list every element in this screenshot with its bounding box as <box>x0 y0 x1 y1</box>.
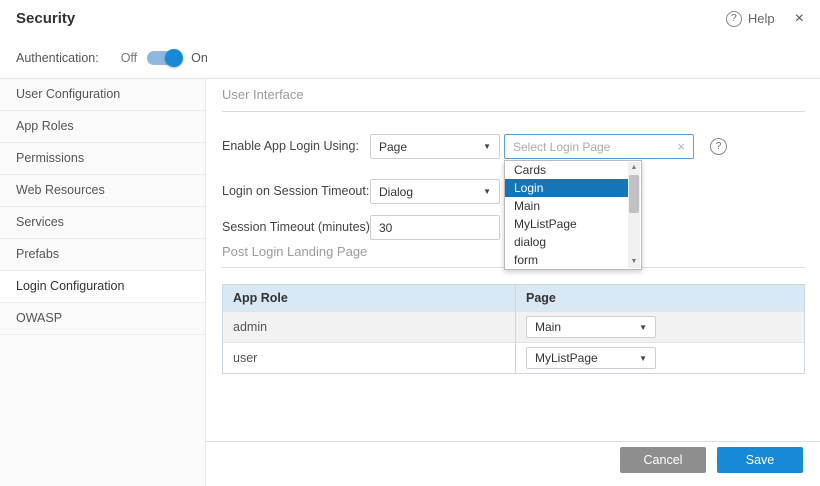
page-cell: MyListPage ▼ <box>516 342 804 373</box>
login-page-help-icon[interactable]: ? <box>710 138 727 155</box>
table-row: admin Main ▼ <box>223 311 804 342</box>
session-timeout-value: Dialog <box>379 185 413 199</box>
sidebar-item-services[interactable]: Services <box>0 207 205 239</box>
scroll-down-icon[interactable]: ▼ <box>628 256 640 268</box>
enable-app-login-label: Enable App Login Using: <box>222 134 359 159</box>
login-page-dropdown: Cards Login Main MyListPage dialog form … <box>504 160 642 270</box>
chevron-down-icon: ▼ <box>483 187 491 196</box>
user-landing-page-value: MyListPage <box>535 351 598 365</box>
toggle-off-label[interactable]: Off <box>121 51 137 65</box>
sidebar-item-app-roles[interactable]: App Roles <box>0 111 205 143</box>
section-divider <box>222 111 805 112</box>
session-timeout-select[interactable]: Dialog ▼ <box>370 179 500 204</box>
sidebar-item-web-resources[interactable]: Web Resources <box>0 175 205 207</box>
scrollbar-thumb[interactable] <box>629 175 639 213</box>
sidebar-item-user-configuration[interactable]: User Configuration <box>0 79 205 111</box>
dropdown-option-mylistpage[interactable]: MyListPage <box>505 215 629 233</box>
chevron-down-icon: ▼ <box>483 142 491 151</box>
enable-app-login-select[interactable]: Page ▼ <box>370 134 500 159</box>
settings-sidebar: User Configuration App Roles Permissions… <box>0 79 206 486</box>
sidebar-item-prefabs[interactable]: Prefabs <box>0 239 205 271</box>
login-page-combobox[interactable]: × <box>504 134 694 159</box>
column-header-page: Page <box>516 285 804 311</box>
dropdown-option-cards[interactable]: Cards <box>505 161 629 179</box>
help-icon[interactable]: ? <box>726 11 742 27</box>
admin-landing-page-select[interactable]: Main ▼ <box>526 316 656 338</box>
app-role-cell: user <box>223 342 516 373</box>
user-interface-section-title: User Interface <box>222 87 304 102</box>
footer-divider <box>206 441 820 442</box>
dropdown-scrollbar[interactable]: ▲ ▼ <box>628 162 640 268</box>
sidebar-item-login-configuration[interactable]: Login Configuration <box>0 271 205 303</box>
save-button[interactable]: Save <box>717 447 803 473</box>
column-header-app-role: App Role <box>223 285 516 311</box>
landing-page-table: App Role Page admin Main ▼ user MyListPa… <box>222 284 805 374</box>
chevron-down-icon: ▼ <box>639 354 647 363</box>
user-landing-page-select[interactable]: MyListPage ▼ <box>526 347 656 369</box>
timeout-minutes-field <box>370 215 500 240</box>
toggle-knob-icon <box>165 49 183 67</box>
timeout-minutes-input[interactable] <box>379 221 491 235</box>
enable-app-login-value: Page <box>379 140 407 154</box>
sidebar-item-permissions[interactable]: Permissions <box>0 143 205 175</box>
page-title: Security <box>16 10 75 27</box>
clear-icon[interactable]: × <box>677 139 685 154</box>
app-role-cell: admin <box>223 311 516 342</box>
dialog-header: Security ? Help × <box>0 0 820 37</box>
header-actions: ? Help × <box>726 11 804 27</box>
post-login-section-title: Post Login Landing Page <box>222 244 367 259</box>
authentication-bar: Authentication: Off On <box>0 37 820 79</box>
close-icon[interactable]: × <box>795 11 804 27</box>
help-link[interactable]: Help <box>748 11 775 26</box>
toggle-on-label[interactable]: On <box>191 51 208 65</box>
sidebar-item-owasp[interactable]: OWASP <box>0 303 205 335</box>
cancel-button[interactable]: Cancel <box>620 447 706 473</box>
scroll-up-icon[interactable]: ▲ <box>628 162 640 174</box>
login-page-input[interactable] <box>513 140 671 154</box>
table-row: user MyListPage ▼ <box>223 342 804 373</box>
admin-landing-page-value: Main <box>535 320 561 334</box>
dropdown-option-main[interactable]: Main <box>505 197 629 215</box>
dropdown-option-dialog[interactable]: dialog <box>505 233 629 251</box>
timeout-minutes-label: Session Timeout (minutes): <box>222 215 373 240</box>
login-configuration-panel: User Interface Enable App Login Using: P… <box>206 79 820 486</box>
authentication-label: Authentication: <box>16 51 99 65</box>
security-dialog: Security ? Help × Authentication: Off On… <box>0 0 820 486</box>
dropdown-option-form[interactable]: form <box>505 251 629 269</box>
authentication-toggle[interactable] <box>147 51 181 65</box>
session-timeout-label: Login on Session Timeout: <box>222 179 369 204</box>
table-header-row: App Role Page <box>223 285 804 311</box>
chevron-down-icon: ▼ <box>639 323 647 332</box>
dropdown-option-login[interactable]: Login <box>505 179 629 197</box>
page-cell: Main ▼ <box>516 311 804 342</box>
